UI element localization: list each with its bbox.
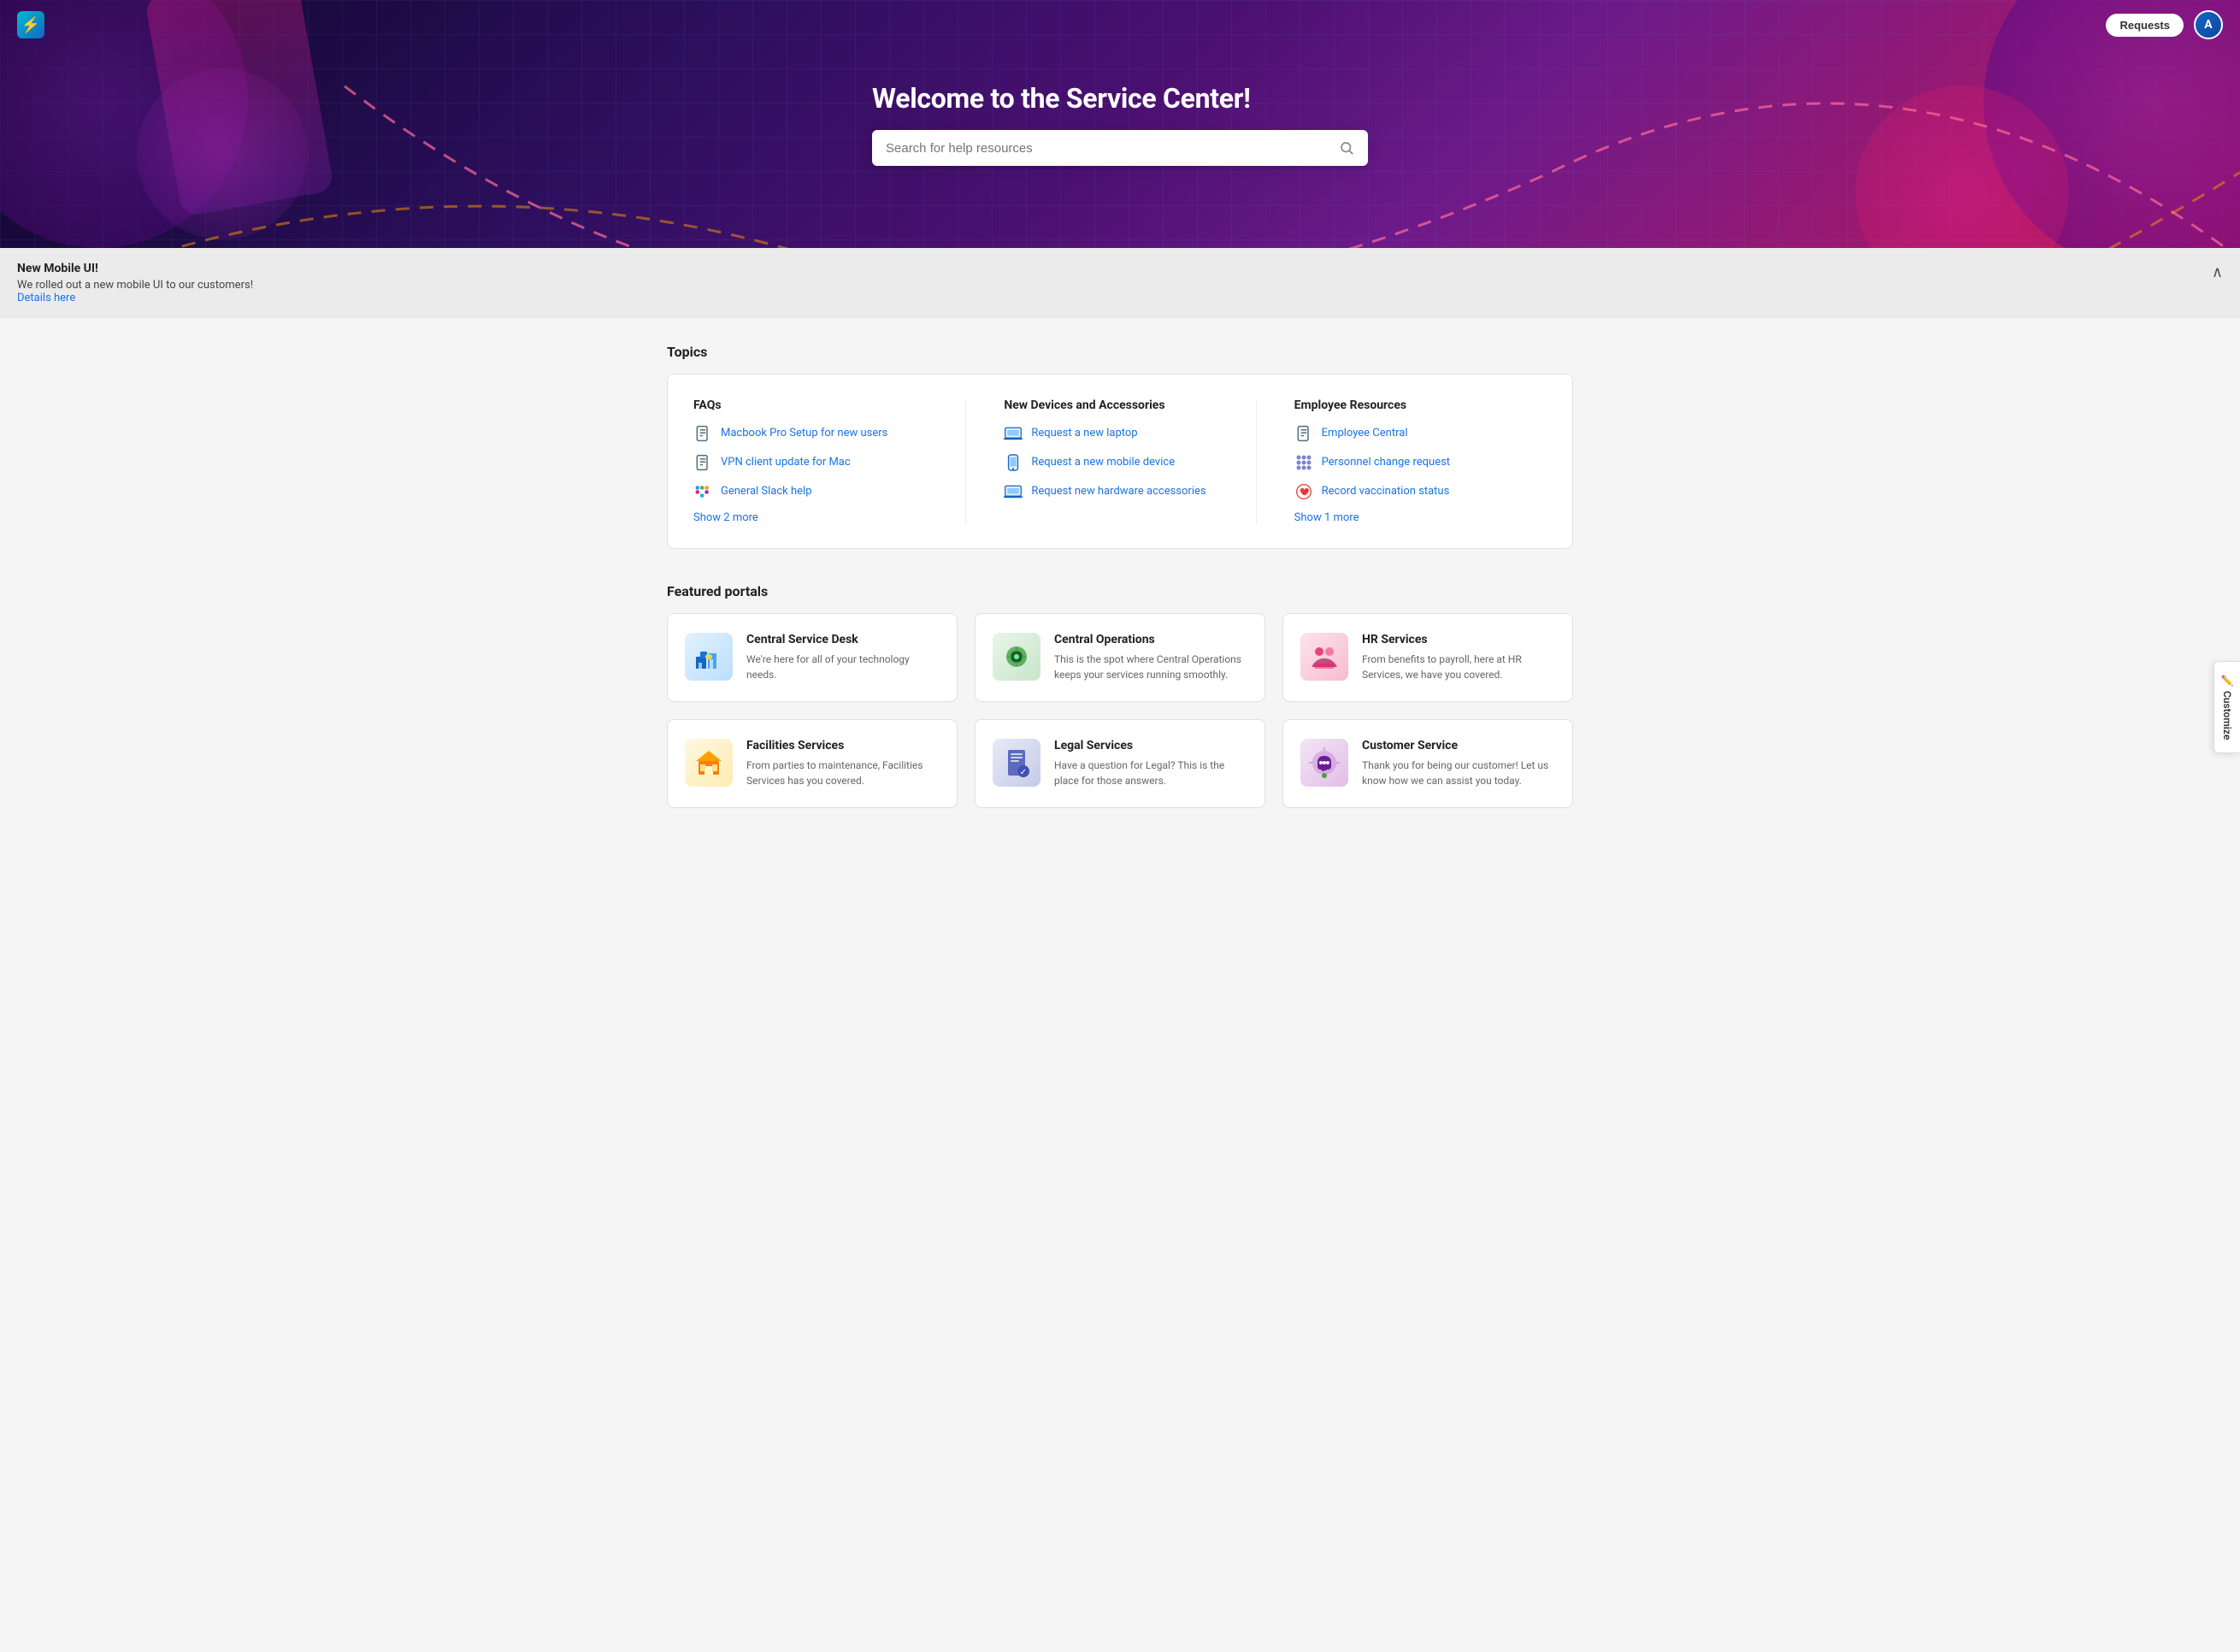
portal-info-co: Central Operations This is the spot wher… [1054,633,1247,682]
devices-column-title: New Devices and Accessories [1004,398,1235,412]
list-item[interactable]: Request a new laptop [1004,424,1235,443]
portal-info-hr: HR Services From benefits to payroll, he… [1362,633,1555,682]
nav-right: Requests A [2106,10,2223,39]
portal-icon-hr [1300,633,1348,681]
portal-card-fs[interactable]: Facilities Services From parties to main… [667,719,958,808]
portal-title: Central Operations [1054,633,1247,646]
topic-item-label: Record vaccination status [1322,485,1450,499]
portal-info-fs: Facilities Services From parties to main… [746,739,940,788]
document-icon [693,424,712,443]
faqs-column-title: FAQs [693,398,945,412]
svg-text:✓: ✓ [1020,768,1027,777]
topic-item-label: Request a new mobile device [1031,456,1175,470]
portal-card-ls[interactable]: ✓ Legal Services Have a question for Leg… [975,719,1265,808]
topics-section: Topics FAQs [667,344,1573,549]
portal-card-csd[interactable]: Central Service Desk We're here for all … [667,613,958,702]
heart-icon [1294,482,1313,501]
pencil-icon: ✏️ [2221,674,2233,687]
portals-section-title: Featured portals [667,583,1573,599]
announcement-title: New Mobile UI! [17,262,253,275]
portal-desc: From parties to maintenance, Facilities … [746,758,940,788]
list-item[interactable]: Personnel change request [1294,453,1547,472]
portal-title: Facilities Services [746,739,940,752]
announcement-text: We rolled out a new mobile UI to our cus… [17,279,253,304]
portal-info-ls: Legal Services Have a question for Legal… [1054,739,1247,788]
slack-icon [693,482,712,501]
topic-item-label: Personnel change request [1322,456,1450,470]
portals-section: Featured portals Central Service Desk [667,583,1573,808]
hero-content: Welcome to the Service Center! [872,82,1368,166]
portal-title: Legal Services [1054,739,1247,752]
topic-item-label: Request new hardware accessories [1031,485,1205,499]
search-bar [872,130,1368,166]
portal-icon-cs [1300,739,1348,787]
portal-desc: From benefits to payroll, here at HR Ser… [1362,652,1555,682]
top-navigation: ⚡ Requests A [0,0,2240,50]
portal-icon-ls: ✓ [993,739,1040,787]
search-icon [1339,140,1354,156]
hero-section: ⚡ Requests A Welcome to the Service Cent… [0,0,2240,248]
show-more-faqs[interactable]: Show 2 more [693,511,945,524]
topics-grid: FAQs Macbook Pro Setup for new users [693,398,1547,524]
customize-label: Customize [2221,691,2233,740]
portal-desc: This is the spot where Central Operation… [1054,652,1247,682]
topics-column-devices: New Devices and Accessories Request a ne… [983,398,1256,524]
laptop-icon [1004,424,1023,443]
portal-title: Customer Service [1362,739,1555,752]
portal-icon-csd [685,633,733,681]
hardware-icon [1004,482,1023,501]
requests-button[interactable]: Requests [2106,14,2184,37]
portal-info-csd: Central Service Desk We're here for all … [746,633,940,682]
topic-item-label: General Slack help [721,485,812,499]
portal-icon-fs [685,739,733,787]
portal-title: HR Services [1362,633,1555,646]
main-content: Topics FAQs [650,318,1590,834]
portal-desc: Thank you for being our customer! Let us… [1362,758,1555,788]
mobile-icon [1004,453,1023,472]
list-item[interactable]: Request new hardware accessories [1004,482,1235,501]
topic-item-label: Employee Central [1322,427,1408,441]
portal-desc: We're here for all of your technology ne… [746,652,940,682]
announcement-collapse-button[interactable]: ∧ [2212,263,2223,281]
list-item[interactable]: General Slack help [693,482,945,501]
portal-card-hr[interactable]: HR Services From benefits to payroll, he… [1282,613,1573,702]
document-icon [693,453,712,472]
hero-title: Welcome to the Service Center! [872,82,1368,115]
employee-column-title: Employee Resources [1294,398,1547,412]
list-item[interactable]: VPN client update for Mac [693,453,945,472]
announcement-banner: New Mobile UI! We rolled out a new mobil… [0,248,2240,318]
portals-grid: Central Service Desk We're here for all … [667,613,1573,808]
list-item[interactable]: Record vaccination status [1294,482,1547,501]
portal-info-cs: Customer Service Thank you for being our… [1362,739,1555,788]
topics-card: FAQs Macbook Pro Setup for new users [667,374,1573,549]
topics-column-faqs: FAQs Macbook Pro Setup for new users [693,398,966,524]
portal-card-co[interactable]: Central Operations This is the spot wher… [975,613,1265,702]
document-icon [1294,424,1313,443]
user-avatar[interactable]: A [2194,10,2223,39]
topic-item-label: Request a new laptop [1031,427,1137,441]
list-item[interactable]: Macbook Pro Setup for new users [693,424,945,443]
portal-card-cs[interactable]: Customer Service Thank you for being our… [1282,719,1573,808]
portal-title: Central Service Desk [746,633,940,646]
customize-panel[interactable]: ✏️ Customize [2213,661,2240,753]
topic-item-label: VPN client update for Mac [721,456,851,470]
portal-icon-co [993,633,1040,681]
announcement-content: New Mobile UI! We rolled out a new mobil… [17,262,253,304]
search-input[interactable] [886,141,1330,156]
topics-column-employee: Employee Resources Employee Central [1274,398,1547,524]
portal-desc: Have a question for Legal? This is the p… [1054,758,1247,788]
announcement-link[interactable]: Details here [17,292,75,304]
dots-icon [1294,453,1313,472]
topics-section-title: Topics [667,344,1573,360]
topic-item-label: Macbook Pro Setup for new users [721,427,887,441]
list-item[interactable]: Request a new mobile device [1004,453,1235,472]
logo-icon: ⚡ [17,11,44,38]
list-item[interactable]: Employee Central [1294,424,1547,443]
show-more-employee[interactable]: Show 1 more [1294,511,1547,524]
